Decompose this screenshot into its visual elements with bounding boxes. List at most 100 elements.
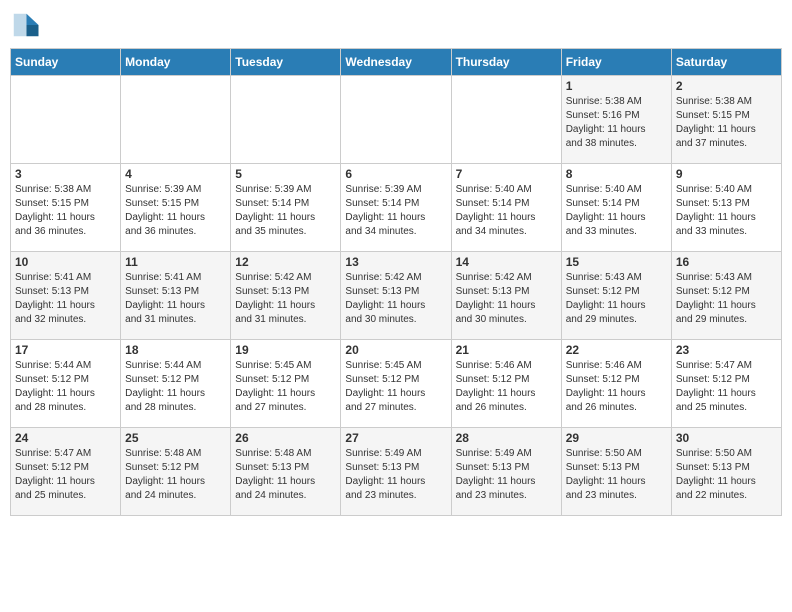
day-info: Sunrise: 5:40 AM Sunset: 5:14 PM Dayligh…	[566, 183, 667, 239]
day-number: 3	[15, 167, 116, 181]
calendar-cell: 16 Sunrise: 5:43 AM Sunset: 5:12 PM Dayli…	[671, 252, 781, 340]
page-header	[10, 10, 782, 40]
day-info: Sunrise: 5:38 AM Sunset: 5:15 PM Dayligh…	[676, 95, 777, 151]
calendar-cell: 29 Sunrise: 5:50 AM Sunset: 5:13 PM Dayli…	[561, 428, 671, 516]
day-info: Sunrise: 5:42 AM Sunset: 5:13 PM Dayligh…	[456, 271, 557, 327]
calendar-cell	[451, 76, 561, 164]
day-info: Sunrise: 5:44 AM Sunset: 5:12 PM Dayligh…	[125, 359, 226, 415]
day-number: 26	[235, 431, 336, 445]
day-info: Sunrise: 5:47 AM Sunset: 5:12 PM Dayligh…	[676, 359, 777, 415]
day-info: Sunrise: 5:46 AM Sunset: 5:12 PM Dayligh…	[456, 359, 557, 415]
header-row: SundayMondayTuesdayWednesdayThursdayFrid…	[11, 49, 782, 76]
day-info: Sunrise: 5:42 AM Sunset: 5:13 PM Dayligh…	[345, 271, 446, 327]
day-number: 12	[235, 255, 336, 269]
calendar-header: SundayMondayTuesdayWednesdayThursdayFrid…	[11, 49, 782, 76]
calendar-cell: 18 Sunrise: 5:44 AM Sunset: 5:12 PM Dayli…	[121, 340, 231, 428]
day-info: Sunrise: 5:38 AM Sunset: 5:16 PM Dayligh…	[566, 95, 667, 151]
day-number: 30	[676, 431, 777, 445]
logo-icon	[10, 10, 40, 40]
day-number: 28	[456, 431, 557, 445]
calendar-week-3: 17 Sunrise: 5:44 AM Sunset: 5:12 PM Dayli…	[11, 340, 782, 428]
calendar-cell	[231, 76, 341, 164]
day-number: 16	[676, 255, 777, 269]
day-number: 23	[676, 343, 777, 357]
day-info: Sunrise: 5:39 AM Sunset: 5:14 PM Dayligh…	[345, 183, 446, 239]
day-info: Sunrise: 5:38 AM Sunset: 5:15 PM Dayligh…	[15, 183, 116, 239]
calendar-cell: 17 Sunrise: 5:44 AM Sunset: 5:12 PM Dayli…	[11, 340, 121, 428]
day-number: 7	[456, 167, 557, 181]
calendar-week-1: 3 Sunrise: 5:38 AM Sunset: 5:15 PM Daylig…	[11, 164, 782, 252]
calendar-cell: 1 Sunrise: 5:38 AM Sunset: 5:16 PM Daylig…	[561, 76, 671, 164]
day-info: Sunrise: 5:44 AM Sunset: 5:12 PM Dayligh…	[15, 359, 116, 415]
day-number: 13	[345, 255, 446, 269]
calendar-cell	[11, 76, 121, 164]
day-info: Sunrise: 5:48 AM Sunset: 5:12 PM Dayligh…	[125, 447, 226, 503]
day-info: Sunrise: 5:39 AM Sunset: 5:14 PM Dayligh…	[235, 183, 336, 239]
header-day-friday: Friday	[561, 49, 671, 76]
day-info: Sunrise: 5:49 AM Sunset: 5:13 PM Dayligh…	[345, 447, 446, 503]
day-number: 29	[566, 431, 667, 445]
day-info: Sunrise: 5:42 AM Sunset: 5:13 PM Dayligh…	[235, 271, 336, 327]
day-number: 25	[125, 431, 226, 445]
calendar-table: SundayMondayTuesdayWednesdayThursdayFrid…	[10, 48, 782, 516]
day-number: 20	[345, 343, 446, 357]
calendar-cell: 14 Sunrise: 5:42 AM Sunset: 5:13 PM Dayli…	[451, 252, 561, 340]
day-number: 10	[15, 255, 116, 269]
calendar-cell: 13 Sunrise: 5:42 AM Sunset: 5:13 PM Dayli…	[341, 252, 451, 340]
day-info: Sunrise: 5:49 AM Sunset: 5:13 PM Dayligh…	[456, 447, 557, 503]
day-info: Sunrise: 5:40 AM Sunset: 5:14 PM Dayligh…	[456, 183, 557, 239]
day-info: Sunrise: 5:50 AM Sunset: 5:13 PM Dayligh…	[566, 447, 667, 503]
day-number: 6	[345, 167, 446, 181]
calendar-cell	[341, 76, 451, 164]
calendar-cell: 10 Sunrise: 5:41 AM Sunset: 5:13 PM Dayli…	[11, 252, 121, 340]
calendar-cell: 8 Sunrise: 5:40 AM Sunset: 5:14 PM Daylig…	[561, 164, 671, 252]
calendar-cell: 2 Sunrise: 5:38 AM Sunset: 5:15 PM Daylig…	[671, 76, 781, 164]
day-number: 22	[566, 343, 667, 357]
calendar-cell: 26 Sunrise: 5:48 AM Sunset: 5:13 PM Dayli…	[231, 428, 341, 516]
day-number: 4	[125, 167, 226, 181]
day-number: 18	[125, 343, 226, 357]
day-info: Sunrise: 5:41 AM Sunset: 5:13 PM Dayligh…	[15, 271, 116, 327]
calendar-cell: 9Sunrise: 5:40 AM Sunset: 5:13 PM Daylig…	[671, 164, 781, 252]
calendar-cell: 11Sunrise: 5:41 AM Sunset: 5:13 PM Dayli…	[121, 252, 231, 340]
day-number: 2	[676, 79, 777, 93]
calendar-cell: 3 Sunrise: 5:38 AM Sunset: 5:15 PM Daylig…	[11, 164, 121, 252]
calendar-cell: 21 Sunrise: 5:46 AM Sunset: 5:12 PM Dayli…	[451, 340, 561, 428]
calendar-cell: 27 Sunrise: 5:49 AM Sunset: 5:13 PM Dayli…	[341, 428, 451, 516]
day-info: Sunrise: 5:46 AM Sunset: 5:12 PM Dayligh…	[566, 359, 667, 415]
header-day-tuesday: Tuesday	[231, 49, 341, 76]
calendar-cell: 15Sunrise: 5:43 AM Sunset: 5:12 PM Dayli…	[561, 252, 671, 340]
calendar-cell: 5 Sunrise: 5:39 AM Sunset: 5:14 PM Daylig…	[231, 164, 341, 252]
day-number: 21	[456, 343, 557, 357]
header-day-thursday: Thursday	[451, 49, 561, 76]
calendar-cell: 20Sunrise: 5:45 AM Sunset: 5:12 PM Dayli…	[341, 340, 451, 428]
day-info: Sunrise: 5:39 AM Sunset: 5:15 PM Dayligh…	[125, 183, 226, 239]
day-number: 24	[15, 431, 116, 445]
day-number: 27	[345, 431, 446, 445]
calendar-cell: 6 Sunrise: 5:39 AM Sunset: 5:14 PM Daylig…	[341, 164, 451, 252]
calendar-cell: 19Sunrise: 5:45 AM Sunset: 5:12 PM Dayli…	[231, 340, 341, 428]
header-day-wednesday: Wednesday	[341, 49, 451, 76]
calendar-cell: 25 Sunrise: 5:48 AM Sunset: 5:12 PM Dayli…	[121, 428, 231, 516]
day-number: 17	[15, 343, 116, 357]
calendar-cell: 12 Sunrise: 5:42 AM Sunset: 5:13 PM Dayli…	[231, 252, 341, 340]
calendar-week-2: 10 Sunrise: 5:41 AM Sunset: 5:13 PM Dayli…	[11, 252, 782, 340]
day-info: Sunrise: 5:43 AM Sunset: 5:12 PM Dayligh…	[566, 271, 667, 327]
calendar-cell: 7 Sunrise: 5:40 AM Sunset: 5:14 PM Daylig…	[451, 164, 561, 252]
calendar-cell: 28 Sunrise: 5:49 AM Sunset: 5:13 PM Dayli…	[451, 428, 561, 516]
day-number: 5	[235, 167, 336, 181]
calendar-cell: 22 Sunrise: 5:46 AM Sunset: 5:12 PM Dayli…	[561, 340, 671, 428]
calendar-cell: 23 Sunrise: 5:47 AM Sunset: 5:12 PM Dayli…	[671, 340, 781, 428]
day-info: Sunrise: 5:43 AM Sunset: 5:12 PM Dayligh…	[676, 271, 777, 327]
day-info: Sunrise: 5:48 AM Sunset: 5:13 PM Dayligh…	[235, 447, 336, 503]
header-day-sunday: Sunday	[11, 49, 121, 76]
calendar-week-4: 24 Sunrise: 5:47 AM Sunset: 5:12 PM Dayli…	[11, 428, 782, 516]
day-number: 9	[676, 167, 777, 181]
day-number: 14	[456, 255, 557, 269]
header-day-monday: Monday	[121, 49, 231, 76]
logo	[10, 10, 44, 40]
day-number: 8	[566, 167, 667, 181]
day-info: Sunrise: 5:47 AM Sunset: 5:12 PM Dayligh…	[15, 447, 116, 503]
day-number: 1	[566, 79, 667, 93]
calendar-week-0: 1 Sunrise: 5:38 AM Sunset: 5:16 PM Daylig…	[11, 76, 782, 164]
